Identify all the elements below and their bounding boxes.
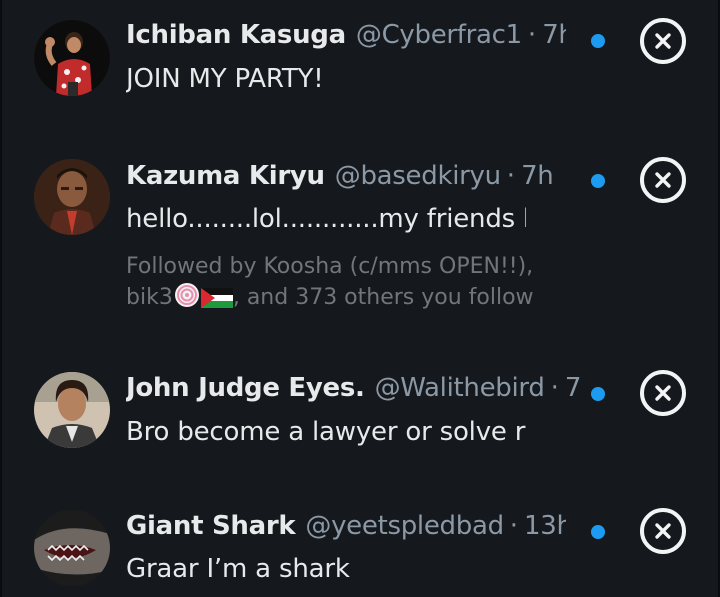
followed-by-line: bik3 , and 373 others you follow: [126, 282, 534, 317]
avatar-shark-icon: [34, 510, 110, 586]
message-preview[interactable]: Graar I’m a shark: [126, 554, 566, 584]
notification-list: Ichiban Kasuga @Cyberfrac1 · 7h JOIN MY …: [0, 0, 720, 597]
message-preview[interactable]: hello........lol............my friends k…: [126, 204, 526, 234]
followed-by-line: Followed by Koosha (c/mms OPEN!!),: [126, 254, 534, 279]
display-name[interactable]: Giant Shark: [126, 511, 296, 541]
display-name[interactable]: John Judge Eyes.: [126, 373, 365, 403]
avatar-ichiban-icon: [34, 20, 110, 96]
dismiss-button[interactable]: [640, 370, 686, 416]
user-handle[interactable]: @yeetspledbad: [305, 511, 504, 541]
user-handle[interactable]: @Cyberfrac1: [356, 20, 522, 50]
avatar[interactable]: [34, 20, 110, 96]
message-preview[interactable]: Bro become a lawyer or solve r: [126, 417, 526, 447]
notification-header: Ichiban Kasuga @Cyberfrac1 · 7h: [126, 20, 566, 56]
close-icon: [655, 172, 671, 188]
followed-by-user: bik3: [126, 285, 173, 310]
separator: ·: [506, 161, 516, 191]
avatar-kiryu-icon: [34, 159, 110, 235]
timestamp: 13h: [524, 511, 566, 541]
dismiss-button[interactable]: [640, 157, 686, 203]
avatar[interactable]: [34, 159, 110, 235]
notification-header: Giant Shark @yeetspledbad · 13h: [126, 511, 566, 547]
timestamp: 7h: [521, 161, 554, 191]
followed-by-context[interactable]: Followed by Koosha (c/mms OPEN!!), bik3,…: [126, 252, 534, 317]
avatar-judge-icon: [34, 372, 110, 448]
display-name[interactable]: Kazuma Kiryu: [126, 161, 325, 191]
unread-dot-icon: [591, 525, 605, 539]
close-icon: [655, 523, 671, 539]
avatar[interactable]: [34, 510, 110, 586]
display-name[interactable]: Ichiban Kasuga: [126, 20, 346, 50]
separator: ·: [527, 20, 537, 50]
followed-by-rest: , and 373 others you follow: [232, 285, 534, 310]
timestamp: 7h: [542, 20, 566, 50]
list-item[interactable]: Giant Shark @yeetspledbad · 13h Graar I’…: [2, 490, 720, 597]
avatar[interactable]: [34, 372, 110, 448]
user-handle[interactable]: @basedkiryu: [335, 161, 501, 191]
unread-dot-icon: [591, 387, 605, 401]
list-item[interactable]: Kazuma Kiryu @basedkiryu · 7h hello.....…: [2, 140, 720, 345]
unread-dot-icon: [591, 34, 605, 48]
close-icon: [655, 33, 671, 49]
list-item[interactable]: John Judge Eyes. @Walithebird · 7h Bro b…: [2, 345, 720, 490]
dismiss-button[interactable]: [640, 508, 686, 554]
swirl-emoji-icon: [173, 282, 201, 317]
dismiss-button[interactable]: [640, 18, 686, 64]
palestine-flag-icon: [200, 287, 233, 317]
list-item[interactable]: Ichiban Kasuga @Cyberfrac1 · 7h JOIN MY …: [2, 0, 720, 140]
separator: ·: [509, 511, 519, 541]
timestamp: 7h: [564, 373, 582, 403]
message-preview[interactable]: JOIN MY PARTY!: [126, 64, 566, 94]
unread-dot-icon: [591, 174, 605, 188]
close-icon: [655, 385, 671, 401]
notification-header: Kazuma Kiryu @basedkiryu · 7h: [126, 161, 566, 197]
separator: ·: [550, 373, 559, 403]
user-handle[interactable]: @Walithebird: [375, 373, 545, 403]
notification-header: John Judge Eyes. @Walithebird · 7h: [126, 373, 582, 409]
